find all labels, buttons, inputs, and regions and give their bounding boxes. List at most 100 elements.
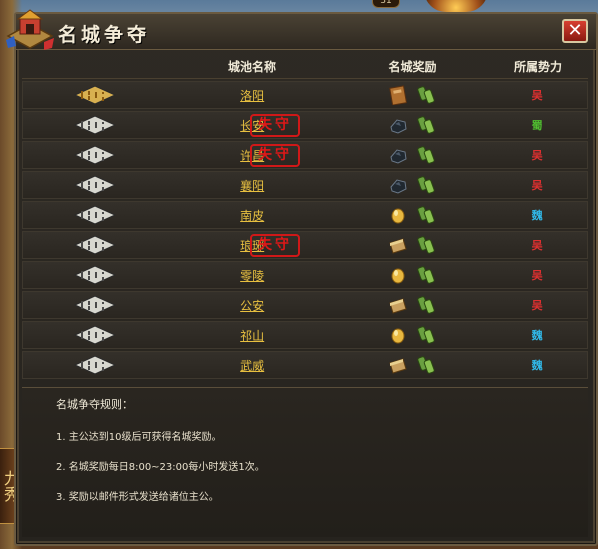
ore-icon xyxy=(390,179,407,194)
reward-cell xyxy=(337,235,487,255)
city-cell: 武威 xyxy=(167,357,336,374)
faction-label: 吴 xyxy=(531,299,543,312)
table-row[interactable]: 祁山 魏 xyxy=(22,321,588,349)
famous-city-panel: 名城争夺 ✕ 城池名称 名城奖励 所属势力 洛阳吴长安蜀失守 许昌吴失守 襄阳吴南皮… xyxy=(6,9,598,546)
city-name-link[interactable]: 襄阳 xyxy=(240,179,264,193)
city-cell: 襄阳 xyxy=(167,177,336,194)
city-cell: 公安 xyxy=(167,297,336,314)
rules-title: 名城争夺规则： xyxy=(56,398,133,411)
faction-cell: 魏 xyxy=(487,327,587,343)
castle-map-icon xyxy=(6,9,54,50)
ore-icon xyxy=(390,119,407,134)
faction-cell: 吴 xyxy=(487,177,587,193)
header-reward: 名城奖励 xyxy=(388,60,437,74)
faction-cell: 吴 xyxy=(487,87,587,103)
table-row[interactable]: 南皮 魏 xyxy=(22,201,588,229)
egg-icon xyxy=(391,208,405,224)
jade-scroll-icon xyxy=(417,356,435,374)
table-header: 城池名称 名城奖励 所属势力 xyxy=(22,55,588,79)
city-name-link[interactable]: 公安 xyxy=(240,299,264,313)
jade-scroll-icon xyxy=(417,116,435,134)
rule-line: 1. 主公达到10级后可获得名城奖励。 xyxy=(56,432,222,443)
table-row[interactable]: 琅琊吴失守 xyxy=(22,231,588,259)
city-name-link[interactable]: 洛阳 xyxy=(240,89,264,103)
jade-scroll-icon xyxy=(417,176,435,194)
plank-icon xyxy=(389,358,407,374)
faction-cell: 魏 xyxy=(487,207,587,223)
title-bar: 名城争夺 ✕ xyxy=(6,9,596,50)
lost-stamp: 失守 xyxy=(250,144,300,167)
window-title: 名城争夺 xyxy=(58,24,151,46)
table-row[interactable]: 零陵 吴 xyxy=(22,261,588,289)
faction-label: 吴 xyxy=(531,269,543,282)
faction-label: 魏 xyxy=(531,209,543,222)
reward-cell xyxy=(337,325,487,345)
rules-section: 名城争夺规则： 1. 主公达到10级后可获得名城奖励。 2. 名城奖励每日8:0… xyxy=(22,387,588,537)
jade-scroll-icon xyxy=(417,296,435,314)
reward-cell xyxy=(337,355,487,375)
rule-line: 3. 奖励以邮件形式发送给诸位主公。 xyxy=(56,492,219,503)
reward-cell xyxy=(337,145,487,165)
city-name-link[interactable]: 南皮 xyxy=(240,209,264,223)
reward-cell xyxy=(337,265,487,285)
city-table: 城池名称 名城奖励 所属势力 洛阳吴长安蜀失守 许昌吴失守 襄阳吴南皮魏琅琊吴失守零… xyxy=(22,55,588,379)
lost-stamp: 失守 xyxy=(250,114,300,137)
fort-icon xyxy=(23,174,167,196)
jade-scroll-icon xyxy=(417,266,435,284)
fort-icon xyxy=(23,144,167,166)
city-cell: 祁山 xyxy=(167,327,336,344)
egg-icon xyxy=(391,328,405,344)
table-row[interactable]: 洛阳 吴 xyxy=(22,81,588,109)
table-row[interactable]: 许昌吴失守 xyxy=(22,141,588,169)
city-cell: 零陵 xyxy=(167,267,336,284)
faction-label: 魏 xyxy=(531,359,543,372)
city-cell: 南皮 xyxy=(167,207,336,224)
table-row[interactable]: 长安蜀失守 xyxy=(22,111,588,139)
rule-line: 2. 名城奖励每日8:00~23:00每小时发送1次。 xyxy=(56,462,265,473)
table-row[interactable]: 襄阳 吴 xyxy=(22,171,588,199)
plank-icon xyxy=(389,298,407,314)
table-row[interactable]: 武威 魏 xyxy=(22,351,588,379)
egg-icon xyxy=(391,268,405,284)
reward-cell xyxy=(337,85,487,105)
ore-icon xyxy=(390,149,407,164)
table-row[interactable]: 公安 吴 xyxy=(22,291,588,319)
book-icon xyxy=(389,85,408,105)
reward-cell xyxy=(337,115,487,135)
header-city-name: 城池名称 xyxy=(227,60,276,74)
fort-icon xyxy=(23,84,167,106)
faction-cell: 吴 xyxy=(487,237,587,253)
reward-cell xyxy=(337,175,487,195)
jade-scroll-icon xyxy=(417,326,435,344)
city-cell: 洛阳 xyxy=(167,87,336,104)
reward-cell xyxy=(337,295,487,315)
fort-icon xyxy=(23,294,167,316)
faction-cell: 吴 xyxy=(487,147,587,163)
faction-cell: 魏 xyxy=(487,357,587,373)
fort-icon xyxy=(23,354,167,376)
level-badge: 31 xyxy=(372,0,400,8)
header-faction: 所属势力 xyxy=(513,60,562,74)
reward-cell xyxy=(337,205,487,225)
faction-cell: 吴 xyxy=(487,297,587,313)
faction-label: 吴 xyxy=(531,89,543,102)
plank-icon xyxy=(389,238,407,254)
faction-label: 魏 xyxy=(531,329,543,342)
fort-icon xyxy=(23,324,167,346)
fort-icon xyxy=(23,234,167,256)
jade-scroll-icon xyxy=(417,206,435,224)
city-name-link[interactable]: 祁山 xyxy=(240,329,264,343)
faction-label: 吴 xyxy=(531,179,543,192)
city-name-link[interactable]: 零陵 xyxy=(240,269,264,283)
jade-scroll-icon xyxy=(417,236,435,254)
jade-scroll-icon xyxy=(417,86,435,104)
fort-icon xyxy=(23,204,167,226)
faction-cell: 蜀 xyxy=(487,117,587,133)
fort-icon xyxy=(23,264,167,286)
faction-label: 蜀 xyxy=(531,119,543,132)
close-button[interactable]: ✕ xyxy=(562,19,588,43)
fort-icon xyxy=(23,114,167,136)
city-name-link[interactable]: 武威 xyxy=(240,359,264,373)
table-body: 洛阳吴长安蜀失守 许昌吴失守 襄阳吴南皮魏琅琊吴失守 零陵吴公安吴祁山魏武威魏 xyxy=(22,81,588,379)
faction-label: 吴 xyxy=(531,239,543,252)
